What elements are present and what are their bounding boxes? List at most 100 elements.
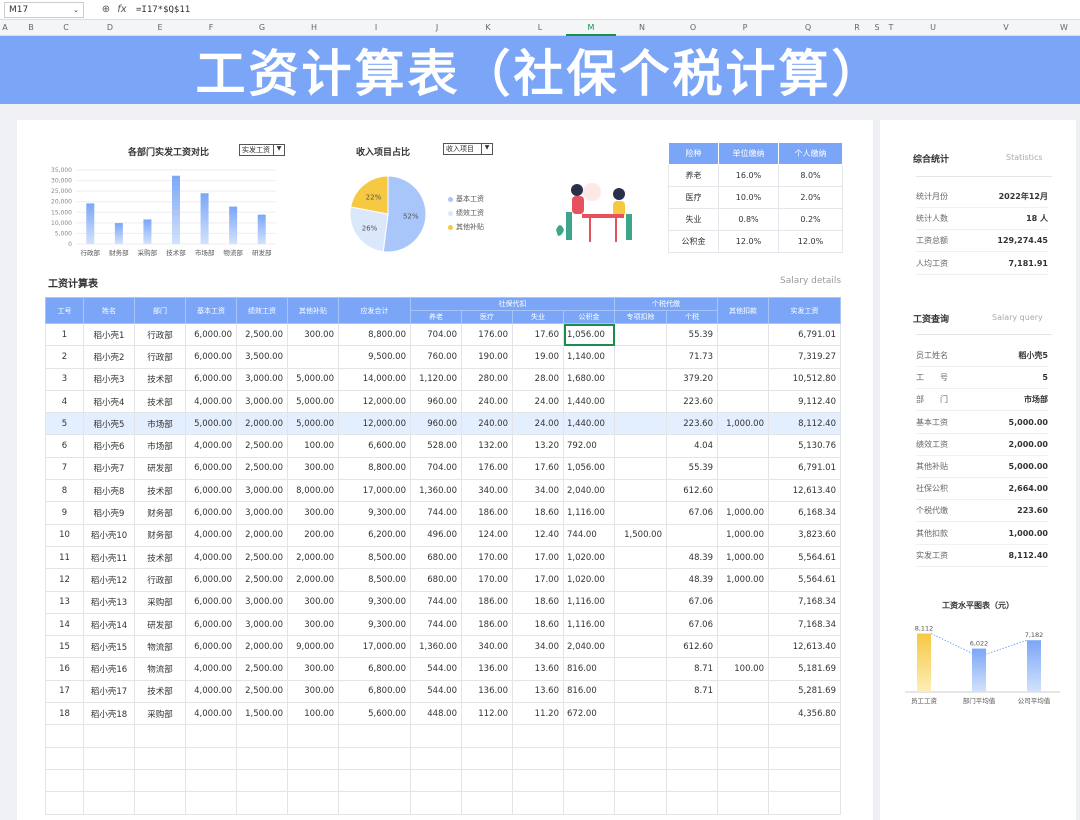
table-cell[interactable] xyxy=(717,322,769,347)
table-cell[interactable]: 16 xyxy=(45,657,84,681)
table-cell[interactable]: 5,000.00 xyxy=(287,367,339,391)
empty-row[interactable] xyxy=(45,724,841,748)
table-cell[interactable]: 稻小壳9 xyxy=(83,501,135,525)
col-header-fund[interactable]: 公积金 xyxy=(563,310,615,324)
table-cell[interactable]: 6,000.00 xyxy=(185,322,237,347)
table-cell[interactable]: 186.00 xyxy=(461,612,513,637)
table-cell[interactable]: 4 xyxy=(45,389,84,414)
rate-cell[interactable]: 养老 xyxy=(668,164,719,187)
column-header-cell[interactable]: G xyxy=(259,23,265,32)
empty-cell[interactable] xyxy=(185,768,237,793)
table-cell[interactable]: 6,000.00 xyxy=(185,590,237,614)
col-header-tax[interactable]: 个税代缴 xyxy=(614,297,718,311)
table-cell[interactable]: 200.00 xyxy=(287,523,339,547)
empty-cell[interactable] xyxy=(461,724,513,748)
rate-cell[interactable]: 医疗 xyxy=(668,186,719,209)
table-cell[interactable]: 1,020.00 xyxy=(563,545,615,570)
table-cell[interactable]: 340.00 xyxy=(461,479,513,503)
table-cell[interactable]: 186.00 xyxy=(461,501,513,525)
table-cell[interactable]: 496.00 xyxy=(410,523,462,547)
column-header-cell[interactable]: O xyxy=(690,23,696,32)
table-cell[interactable]: 300.00 xyxy=(287,590,339,614)
table-cell[interactable]: 8,800.00 xyxy=(338,456,411,481)
table-cell[interactable]: 行政部 xyxy=(134,345,186,369)
table-cell[interactable]: 稻小壳12 xyxy=(83,568,135,592)
table-cell[interactable]: 12.40 xyxy=(512,523,564,547)
empty-cell[interactable] xyxy=(614,746,667,770)
table-cell[interactable] xyxy=(666,702,718,726)
empty-cell[interactable] xyxy=(287,746,339,770)
table-cell[interactable]: 2,040.00 xyxy=(563,479,615,503)
table-cell[interactable]: 1,000.00 xyxy=(717,412,769,436)
column-header-cell[interactable]: P xyxy=(743,23,748,32)
table-cell[interactable]: 7,319.27 xyxy=(768,345,841,369)
table-cell[interactable]: 17.00 xyxy=(512,545,564,570)
table-cell[interactable] xyxy=(614,657,667,681)
table-cell[interactable]: 稻小壳10 xyxy=(83,523,135,547)
col-header-special[interactable]: 专项扣除 xyxy=(614,310,667,324)
empty-cell[interactable] xyxy=(768,768,841,793)
col-header-name[interactable]: 姓名 xyxy=(83,297,135,324)
table-cell[interactable] xyxy=(717,479,769,503)
table-cell[interactable]: 1,056.00 xyxy=(563,322,615,347)
table-cell[interactable] xyxy=(717,434,769,458)
column-header-cell[interactable]: D xyxy=(107,23,113,32)
table-cell[interactable]: 稻小壳16 xyxy=(83,657,135,681)
table-cell[interactable] xyxy=(614,434,667,458)
table-cell[interactable]: 稻小壳15 xyxy=(83,635,135,659)
table-cell[interactable]: 1,020.00 xyxy=(563,568,615,592)
table-cell[interactable]: 1 xyxy=(45,322,84,347)
table-cell[interactable]: 48.39 xyxy=(666,545,718,570)
table-cell[interactable]: 1,056.00 xyxy=(563,456,615,481)
table-cell[interactable]: 1,116.00 xyxy=(563,612,615,637)
table-cell[interactable]: 物流部 xyxy=(134,657,186,681)
table-cell[interactable]: 3 xyxy=(45,367,84,391)
table-cell[interactable]: 18 xyxy=(45,702,84,726)
table-row[interactable]: 11 稻小壳11 技术部 4,000.00 2,500.00 2,000.00 8,500.… xyxy=(45,545,841,570)
table-cell[interactable]: 704.00 xyxy=(410,322,462,347)
empty-cell[interactable] xyxy=(461,746,513,770)
table-cell[interactable]: 研发部 xyxy=(134,612,186,637)
table-cell[interactable]: 3,823.60 xyxy=(768,523,841,547)
col-header-pension[interactable]: 养老 xyxy=(410,310,462,324)
table-cell[interactable]: 财务部 xyxy=(134,523,186,547)
empty-cell[interactable] xyxy=(768,724,841,748)
table-cell[interactable]: 132.00 xyxy=(461,434,513,458)
table-cell[interactable]: 136.00 xyxy=(461,679,513,704)
table-cell[interactable]: 8 xyxy=(45,479,84,503)
empty-cell[interactable] xyxy=(236,746,288,770)
table-cell[interactable]: 稻小壳5 xyxy=(83,412,135,436)
table-cell[interactable]: 14,000.00 xyxy=(338,367,411,391)
table-cell[interactable]: 1,120.00 xyxy=(410,367,462,391)
table-cell[interactable]: 技术部 xyxy=(134,389,186,414)
table-cell[interactable]: 17.00 xyxy=(512,568,564,592)
empty-cell[interactable] xyxy=(287,768,339,793)
col-header-unemp[interactable]: 失业 xyxy=(512,310,564,324)
table-cell[interactable]: 13.60 xyxy=(512,679,564,704)
table-cell[interactable]: 28.00 xyxy=(512,367,564,391)
table-cell[interactable] xyxy=(614,679,667,704)
empty-cell[interactable] xyxy=(338,746,411,770)
empty-cell[interactable] xyxy=(236,724,288,748)
column-header-cell[interactable]: J xyxy=(436,23,438,32)
empty-cell[interactable] xyxy=(512,768,564,793)
table-cell[interactable]: 4,000.00 xyxy=(185,657,237,681)
table-cell[interactable]: 680.00 xyxy=(410,568,462,592)
table-row[interactable]: 5 稻小壳5 市场部 5,000.00 2,000.00 5,000.00 12,000.0… xyxy=(45,412,841,436)
table-cell[interactable]: 8,112.40 xyxy=(768,412,841,436)
table-cell[interactable]: 9,500.00 xyxy=(338,345,411,369)
table-cell[interactable] xyxy=(666,523,718,547)
col-header-medical[interactable]: 医疗 xyxy=(461,310,513,324)
empty-cell[interactable] xyxy=(185,724,237,748)
table-cell[interactable]: 2 xyxy=(45,345,84,369)
table-cell[interactable]: 2,000.00 xyxy=(236,412,288,436)
empty-cell[interactable] xyxy=(666,768,718,793)
table-cell[interactable]: 240.00 xyxy=(461,412,513,436)
empty-cell[interactable] xyxy=(563,768,615,793)
table-cell[interactable]: 3,500.00 xyxy=(236,345,288,369)
table-cell[interactable]: 2,000.00 xyxy=(287,568,339,592)
column-header-cell[interactable]: U xyxy=(930,23,936,32)
empty-row[interactable] xyxy=(45,791,841,815)
table-row[interactable]: 16 稻小壳16 物流部 4,000.00 2,500.00 300.00 6,800.00… xyxy=(45,657,841,681)
table-cell[interactable]: 300.00 xyxy=(287,612,339,637)
